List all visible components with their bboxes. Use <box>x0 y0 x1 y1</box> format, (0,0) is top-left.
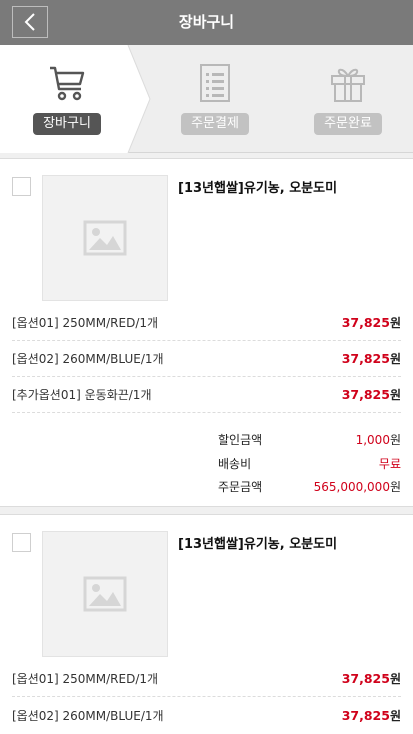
currency-unit: 원 <box>389 708 401 723</box>
step-cart[interactable]: 장바구니 <box>12 45 122 153</box>
option-price: 37,825 <box>341 315 390 330</box>
option-price: 37,825 <box>341 351 390 366</box>
discount-value: 1,000 <box>355 433 390 447</box>
receipt-icon <box>200 64 230 102</box>
item-select-checkbox[interactable] <box>12 177 31 196</box>
order-amount-value: 565,000,000 <box>313 480 390 494</box>
cart-item-card: [13년햅쌀]유기농, 오분도미 [옵션01] 250MM/RED/1개 37,… <box>0 158 413 507</box>
page-title: 장바구니 <box>178 13 235 31</box>
option-name: [옵션01] 250MM/RED/1개 <box>12 672 159 686</box>
option-name: [옵션02] 260MM/BLUE/1개 <box>12 708 164 723</box>
item-select-checkbox[interactable] <box>12 533 31 552</box>
option-name: [추가옵션01] 운동화끈/1개 <box>12 388 152 402</box>
product-thumbnail[interactable] <box>42 175 168 301</box>
shipping-value: 무료 <box>378 457 401 471</box>
discount-label: 할인금액 <box>218 433 263 447</box>
gift-icon <box>331 68 365 102</box>
option-name: [옵션01] 250MM/RED/1개 <box>12 316 159 330</box>
step-payment[interactable]: 주문결제 <box>160 45 270 153</box>
image-placeholder-icon <box>83 576 127 612</box>
option-row: [옵션02] 260MM/BLUE/1개 37,825원 <box>12 697 401 733</box>
option-row: [추가옵션01] 운동화끈/1개 37,825원 <box>12 377 401 413</box>
step-label: 주문완료 <box>314 113 382 135</box>
option-price: 37,825 <box>341 707 390 723</box>
product-name[interactable]: [13년햅쌀]유기농, 오분도미 <box>178 177 337 196</box>
shipping-label: 배송비 <box>218 457 252 471</box>
discount-row: 할인금액 1,000원 <box>218 431 401 448</box>
order-amount-label: 주문금액 <box>218 480 263 494</box>
cart-icon <box>50 66 85 101</box>
currency-unit: 원 <box>389 433 401 447</box>
currency-unit: 원 <box>389 672 401 686</box>
order-steps: 장바구니 주문결제 주문완료 <box>0 45 413 153</box>
option-row: [옵션01] 250MM/RED/1개 37,825원 <box>12 661 401 697</box>
cart-item-card: [13년햅쌀]유기농, 오분도미 [옵션01] 250MM/RED/1개 37,… <box>0 514 413 734</box>
currency-unit: 원 <box>389 480 401 494</box>
image-placeholder-icon <box>83 220 127 256</box>
currency-unit: 원 <box>389 388 401 402</box>
step-label: 주문결제 <box>181 113 249 135</box>
option-price: 37,825 <box>341 387 390 402</box>
top-bar: 장바구니 <box>0 0 413 45</box>
option-row: [옵션02] 260MM/BLUE/1개 37,825원 <box>12 341 401 377</box>
shipping-row: 배송비 무료 <box>218 455 401 472</box>
order-amount-row: 주문금액 565,000,000원 <box>218 478 401 495</box>
step-complete[interactable]: 주문완료 <box>293 45 403 153</box>
option-row: [옵션01] 250MM/RED/1개 37,825원 <box>12 305 401 341</box>
product-thumbnail[interactable] <box>42 531 168 657</box>
currency-unit: 원 <box>389 316 401 330</box>
currency-unit: 원 <box>389 352 401 366</box>
option-price: 37,825 <box>341 671 390 686</box>
option-name: [옵션02] 260MM/BLUE/1개 <box>12 352 164 366</box>
product-name[interactable]: [13년햅쌀]유기농, 오분도미 <box>178 533 337 552</box>
step-label: 장바구니 <box>33 113 101 135</box>
